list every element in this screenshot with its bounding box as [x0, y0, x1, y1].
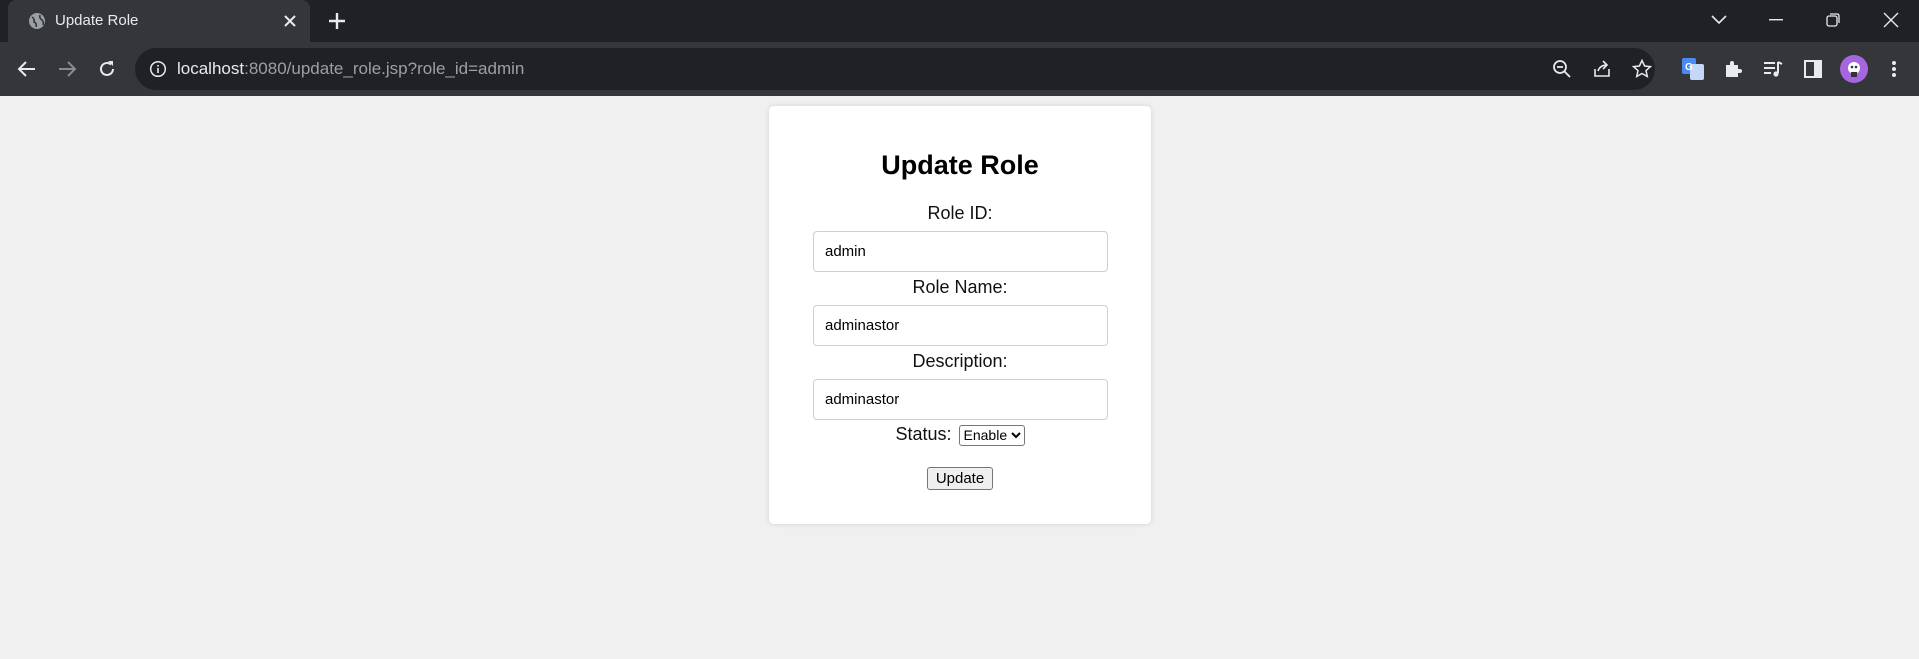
restore-icon[interactable] — [1816, 6, 1850, 34]
url-host: localhost — [177, 59, 245, 78]
profile-avatar[interactable] — [1840, 55, 1868, 83]
url-text: localhost:8080/update_role.jsp?role_id=a… — [177, 59, 524, 79]
extensions-icon[interactable] — [1718, 54, 1748, 84]
close-icon[interactable] — [280, 11, 300, 31]
role-id-label: Role ID: — [927, 203, 993, 223]
back-icon[interactable] — [12, 54, 42, 84]
menu-icon[interactable] — [1879, 54, 1909, 84]
sidepanel-icon[interactable] — [1798, 54, 1828, 84]
update-button[interactable]: Update — [927, 467, 993, 490]
role-id-field[interactable] — [813, 231, 1108, 272]
share-icon[interactable] — [1590, 57, 1614, 81]
tab-strip: Update Role — [0, 0, 1919, 42]
chevron-down-icon[interactable] — [1702, 6, 1736, 34]
role-name-field[interactable] — [813, 305, 1108, 346]
browser-toolbar: localhost:8080/update_role.jsp?role_id=a… — [0, 42, 1919, 96]
translate-icon[interactable]: G — [1678, 54, 1708, 84]
browser-chrome: Update Role localhost:8080/update_role.j… — [0, 0, 1919, 96]
minimize-icon[interactable] — [1759, 6, 1793, 34]
info-icon[interactable] — [149, 60, 167, 78]
close-icon[interactable] — [1874, 6, 1908, 34]
url-path: :8080/update_role.jsp?role_id=admin — [244, 59, 525, 78]
reload-icon[interactable] — [92, 54, 122, 84]
media-icon[interactable] — [1758, 54, 1788, 84]
zoom-out-icon[interactable] — [1550, 57, 1574, 81]
plus-icon[interactable] — [325, 9, 349, 33]
address-bar[interactable]: localhost:8080/update_role.jsp?role_id=a… — [135, 48, 1655, 90]
status-label: Status: — [895, 424, 952, 444]
tab-update-role[interactable]: Update Role — [8, 0, 310, 42]
status-select[interactable]: Enable — [958, 424, 1025, 446]
star-icon[interactable] — [1630, 57, 1654, 81]
forward-icon[interactable] — [52, 54, 82, 84]
description-label: Description: — [912, 351, 1008, 371]
status-row: Status: Enable — [769, 424, 1151, 446]
update-role-form: Update Role Role ID: Role Name: Descript… — [769, 106, 1151, 524]
description-field[interactable] — [813, 379, 1108, 420]
svg-text:G: G — [1685, 62, 1693, 73]
page-viewport: Update Role Role ID: Role Name: Descript… — [0, 96, 1919, 659]
page-title: Update Role — [881, 150, 1039, 180]
tab-title: Update Role — [55, 12, 139, 29]
role-name-label: Role Name: — [912, 277, 1008, 297]
globe-icon — [27, 11, 47, 31]
